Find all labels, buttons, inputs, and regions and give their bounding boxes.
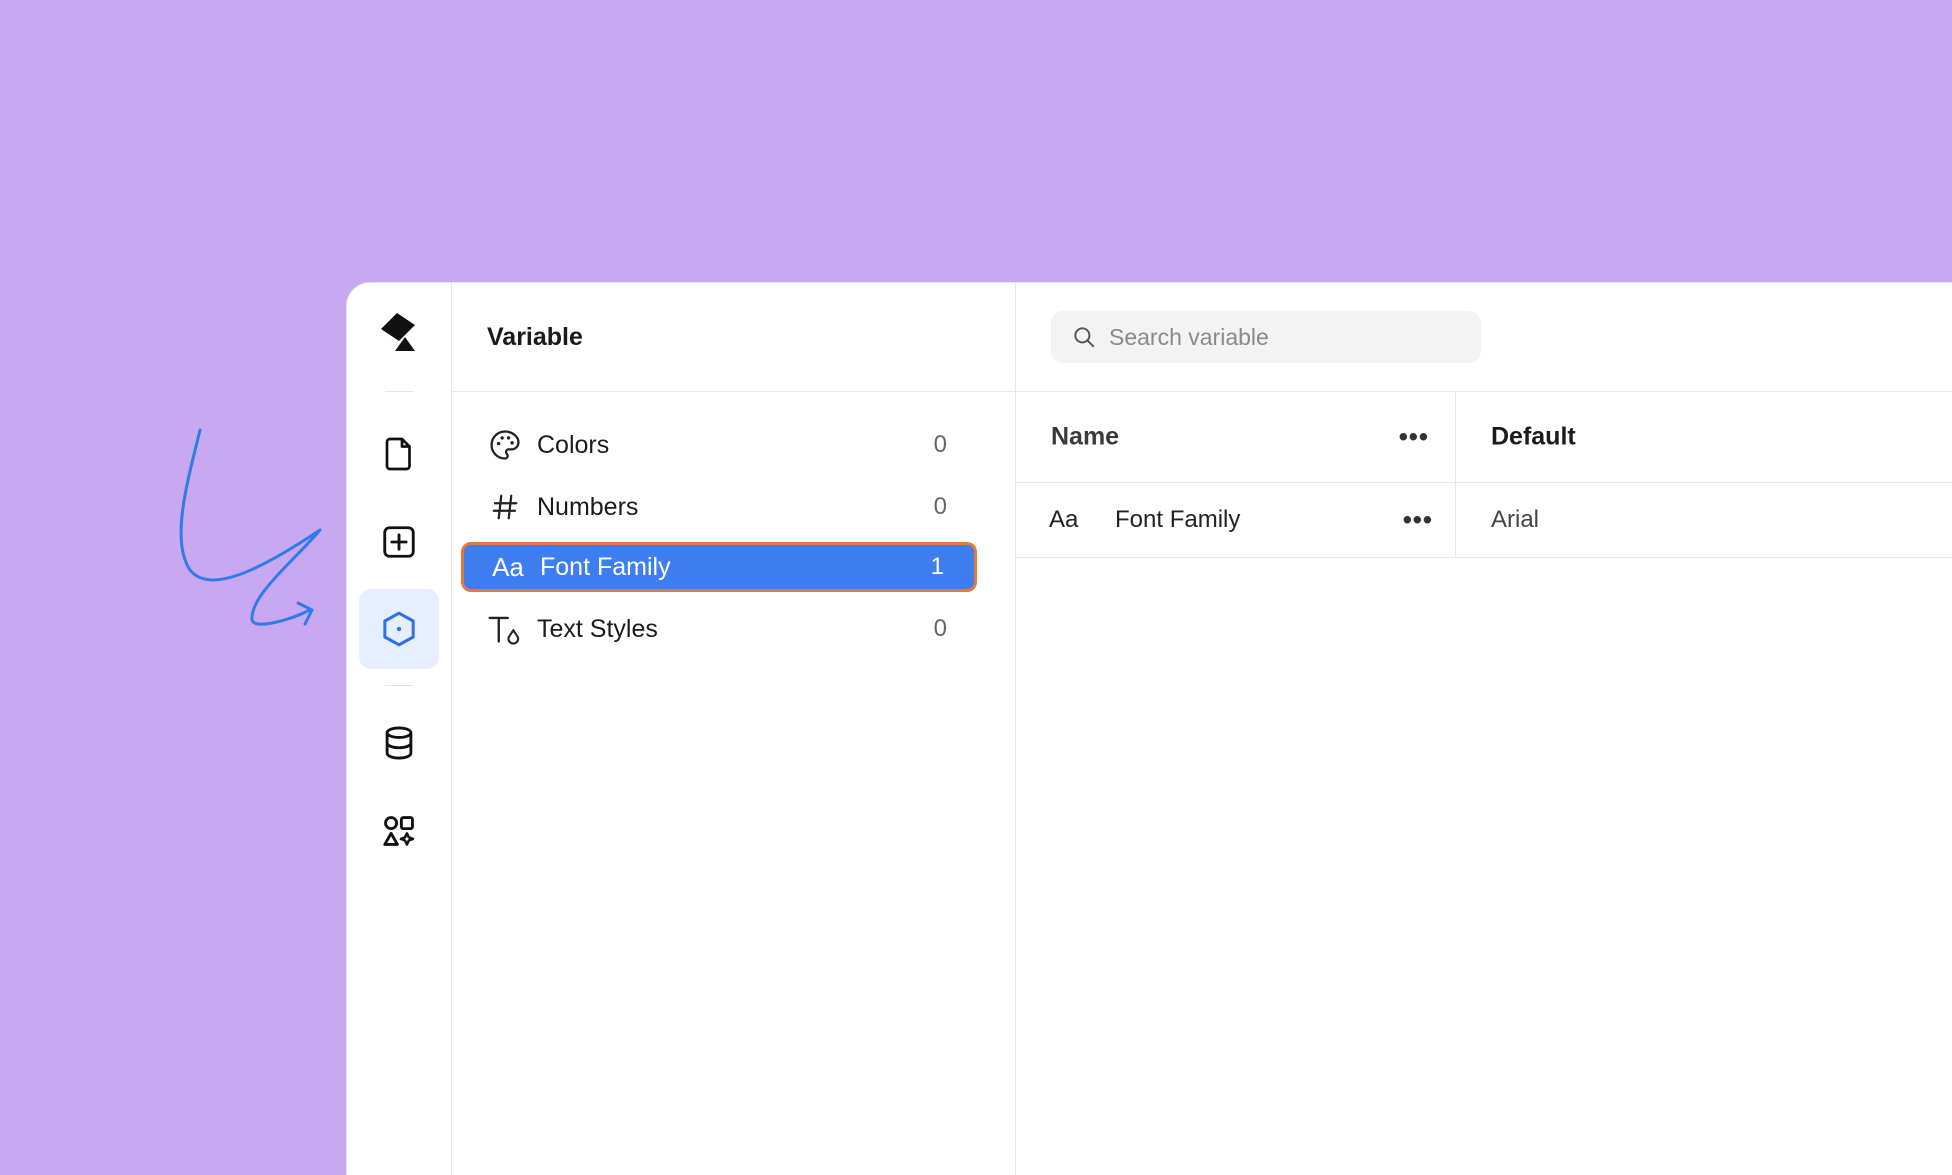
table-row[interactable]: Aa Font Family ••• Arial — [1015, 483, 1952, 558]
hexagon-icon — [383, 611, 415, 647]
palette-icon — [485, 428, 525, 462]
panel-title: Variable — [451, 283, 1015, 392]
row-more-button[interactable]: ••• — [1403, 505, 1433, 536]
app-window: Variable Colors 0 Numbers 0 Aa Font Fami… — [346, 282, 1952, 1175]
column-header-default: Default — [1455, 392, 1952, 482]
rail-add-button[interactable] — [359, 502, 439, 582]
column-header-label: Default — [1491, 422, 1576, 451]
variable-type-font-family[interactable]: Aa Font Family 1 — [461, 542, 977, 592]
search-box[interactable] — [1051, 311, 1481, 363]
table-header: Name ••• Default — [1015, 392, 1952, 483]
font-family-icon: Aa — [1049, 506, 1079, 533]
variable-type-text-styles[interactable]: Text Styles 0 — [461, 604, 977, 654]
variables-table: Name ••• Default Aa Font Family ••• Aria… — [1015, 392, 1952, 558]
variables-panel: Variable Colors 0 Numbers 0 Aa Font Fami… — [451, 283, 1016, 1175]
variable-name: Font Family — [1115, 506, 1241, 533]
variable-type-count: 0 — [933, 431, 947, 458]
variables-table-area: Name ••• Default Aa Font Family ••• Aria… — [1015, 283, 1952, 1175]
icon-rail — [347, 283, 452, 1175]
column-header-name: Name ••• — [1015, 392, 1456, 482]
file-icon — [385, 437, 411, 471]
font-family-icon: Aa — [488, 552, 528, 583]
rail-divider — [385, 391, 413, 392]
rail-variables-button[interactable] — [359, 589, 439, 669]
column-more-button[interactable]: ••• — [1399, 422, 1429, 453]
variable-type-label: Text Styles — [537, 614, 658, 643]
column-header-label: Name — [1051, 422, 1120, 451]
variable-type-label: Colors — [537, 430, 610, 459]
variable-type-label: Numbers — [537, 492, 639, 521]
annotation-arrow-icon — [179, 428, 322, 626]
variable-type-colors[interactable]: Colors 0 — [461, 420, 977, 470]
variable-type-label: Font Family — [540, 552, 671, 581]
text-styles-icon — [485, 612, 525, 646]
rail-file-button[interactable] — [359, 414, 439, 494]
font-family-icon-text: Aa — [492, 551, 524, 582]
cell-default[interactable]: Arial — [1455, 483, 1952, 557]
plus-square-icon — [383, 526, 415, 558]
hash-icon — [485, 492, 525, 522]
variable-type-count: 1 — [930, 553, 944, 580]
rail-components-button[interactable] — [359, 791, 439, 871]
variable-type-numbers[interactable]: Numbers 0 — [461, 482, 977, 532]
search-icon — [1071, 324, 1097, 350]
shapes-icon — [383, 816, 415, 846]
default-value: Arial — [1491, 506, 1540, 533]
rail-divider — [385, 685, 413, 686]
app-logo-icon — [381, 313, 415, 351]
cell-name: Aa Font Family ••• — [1015, 483, 1456, 557]
variable-type-count: 0 — [933, 493, 947, 520]
rail-database-button[interactable] — [359, 703, 439, 783]
search-input[interactable] — [1107, 322, 1451, 352]
variable-type-count: 0 — [933, 615, 947, 642]
database-icon — [385, 726, 413, 760]
table-toolbar — [1015, 283, 1952, 392]
